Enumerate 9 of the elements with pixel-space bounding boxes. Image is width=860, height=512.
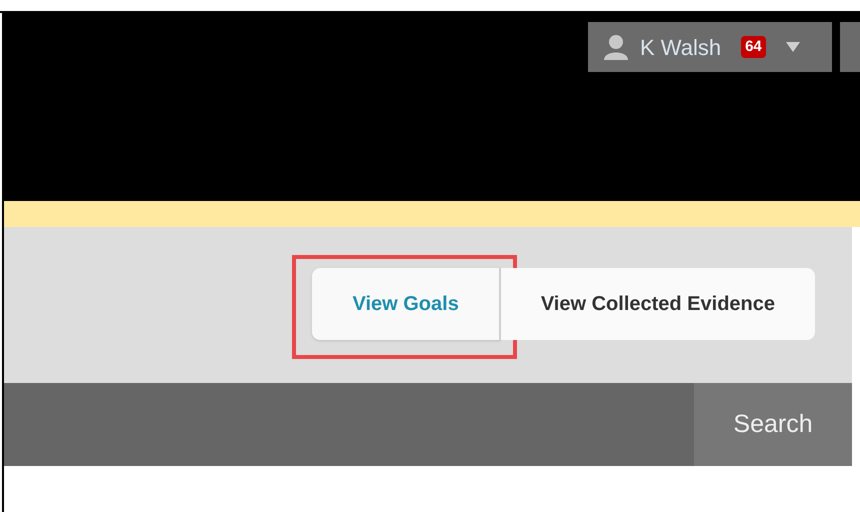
search-button[interactable]: Search xyxy=(694,383,852,466)
tab[interactable]: View Collected Evidence xyxy=(500,268,815,340)
notification-count: 64 xyxy=(741,36,766,58)
user-menu[interactable]: K Walsh 64 xyxy=(588,22,832,72)
header-button[interactable] xyxy=(840,22,860,72)
caret-icon xyxy=(786,42,800,52)
tab[interactable]: View Goals xyxy=(312,268,501,340)
user-icon xyxy=(604,34,628,60)
user-name: K Walsh xyxy=(640,34,722,62)
